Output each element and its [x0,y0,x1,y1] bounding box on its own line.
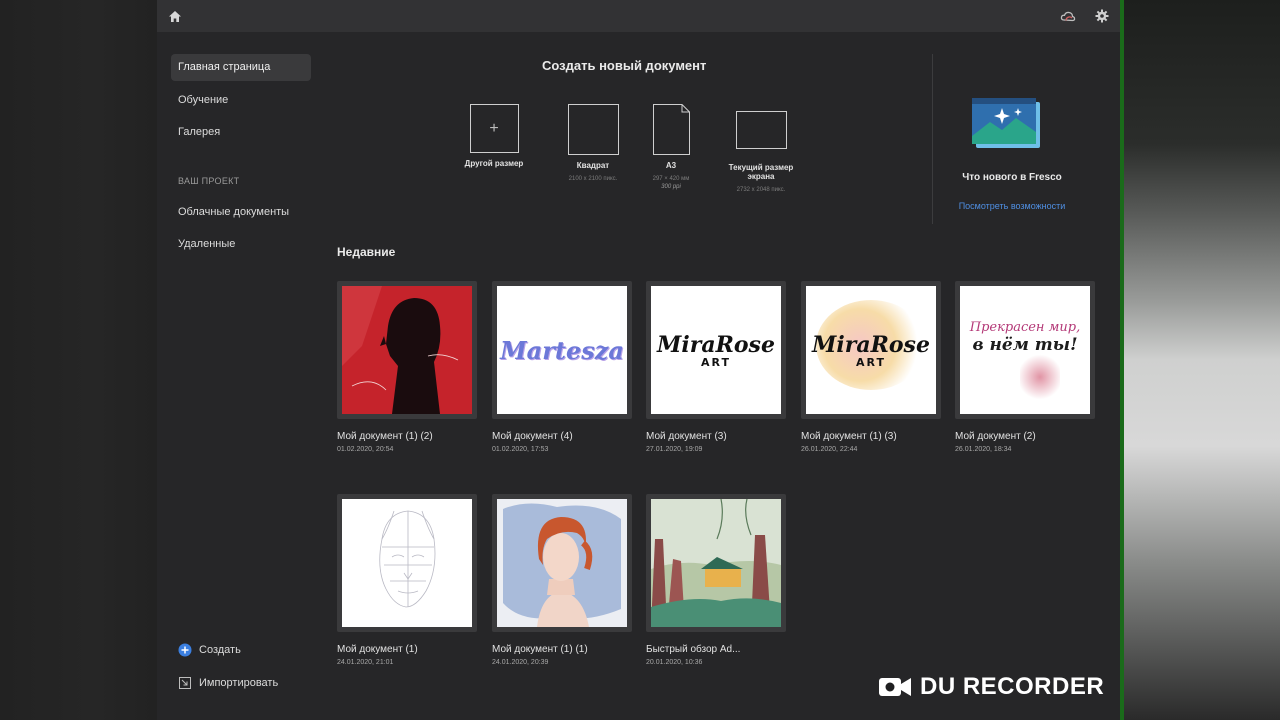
whats-new-title: Что нового в Fresco [962,172,1062,183]
vertical-divider [932,54,933,224]
recent-document-card[interactable]: MiraRose ART Мой документ (1) (3) 26.01.… [801,281,941,453]
cloud-sync-icon[interactable] [1059,7,1077,25]
document-name: Мой документ (1) [337,644,418,655]
preset-resolution: 300 ppi [661,184,681,190]
import-label: Импортировать [199,677,279,689]
square-frame [567,104,619,155]
document-date: 01.02.2020, 17:53 [492,446,549,453]
thumbnail-frame: Martesza [492,281,632,419]
thumbnail-landscape [651,499,781,627]
thumbnail-lettering-pink: Прекрасен мир, в нём ты! [960,286,1090,414]
import-icon [179,677,191,689]
thumbnail-frame [492,494,632,632]
preset-screen-size[interactable]: Текущий размер экрана 2732 x 2048 пикс. [723,111,799,193]
sidebar-item-learn[interactable]: Обучение [171,87,311,114]
document-name: Мой документ (1) (3) [801,431,897,442]
video-camera-icon [879,678,911,696]
green-edge [1120,0,1124,720]
background-blur-left [0,0,157,720]
whats-new-illustration [972,94,1052,159]
document-date: 27.01.2020, 19:09 [646,446,703,453]
document-date: 20.01.2020, 10:36 [646,659,703,666]
thumbnail-lettering-watercolor: MiraRose ART [806,286,936,414]
thumbnail-frame [337,494,477,632]
document-date: 01.02.2020, 20:54 [337,446,394,453]
a3-frame [652,104,690,155]
document-name: Мой документ (3) [646,431,727,442]
thumbnail-red-portrait [342,286,472,414]
thumbnail-face-sketch [342,499,472,627]
preset-square[interactable]: Квадрат 2100 x 2100 пикс. [558,104,628,182]
document-date: 26.01.2020, 22:44 [801,446,858,453]
document-name: Мой документ (2) [955,431,1036,442]
sidebar-item-cloud-docs[interactable]: Облачные документы [171,199,311,226]
document-date: 24.01.2020, 21:01 [337,659,394,666]
custom-size-frame: + [469,104,519,153]
ink-splash [1020,352,1060,402]
screen-size-frame [735,111,787,149]
document-date: 26.01.2020, 18:34 [955,446,1012,453]
preset-label: Другой размер [464,159,524,168]
thumbnail-frame: Прекрасен мир, в нём ты! [955,281,1095,419]
whats-new-link[interactable]: Посмотреть возможности [937,201,1087,211]
new-document-title: Создать новый документ [542,58,707,73]
thumbnail-lettering-blue: Martesza [497,286,627,414]
preset-size: 2732 x 2048 пикс. [736,187,786,193]
recent-document-card[interactable]: Мой документ (1) (1) 24.01.2020, 20:39 [492,494,632,666]
top-bar [157,0,1120,32]
create-label: Создать [199,644,241,656]
main-content: Создать новый документ + Другой размер К… [327,32,1120,720]
document-name: Мой документ (1) (1) [492,644,588,655]
preset-a3[interactable]: A3 297 × 420 мм 300 ppi [645,104,697,190]
create-button[interactable]: Создать [178,643,241,657]
preset-size: 297 × 420 мм [652,176,690,182]
recent-document-card[interactable]: Martesza Мой документ (4) 01.02.2020, 17… [492,281,632,453]
recent-document-card[interactable]: MiraRose ART Мой документ (3) 27.01.2020… [646,281,786,453]
recent-document-card[interactable]: Быстрый обзор Ad... 20.01.2020, 10:36 [646,494,786,666]
background-blur-right [1120,0,1280,720]
thumbnail-frame [646,494,786,632]
watermark-text: DU RECORDER [920,673,1105,700]
thumbnail-frame: MiraRose ART [801,281,941,419]
sidebar: Главная страница Обучение Галерея ВАШ ПР… [157,32,327,720]
document-name: Мой документ (1) (2) [337,431,433,442]
thumbnail-lettering-text: MiraRose [657,331,775,358]
thumbnail-lettering-black: MiraRose ART [651,286,781,414]
plus-icon: + [489,119,499,137]
plus-circle-icon [178,643,192,657]
thumbnail-frame [337,281,477,419]
import-button[interactable]: Импортировать [178,676,278,690]
recent-document-card[interactable]: Мой документ (1) (2) 01.02.2020, 20:54 [337,281,477,453]
preset-label: A3 [665,161,677,170]
preset-custom-size[interactable]: + Другой размер [464,104,524,168]
thumbnail-woman-portrait [497,499,627,627]
thumbnail-lettering-subtext: ART [856,355,886,369]
sidebar-item-deleted[interactable]: Удаленные [171,231,311,258]
preset-size: 2100 x 2100 пикс. [568,176,618,182]
thumbnail-frame: MiraRose ART [646,281,786,419]
document-name: Быстрый обзор Ad... [646,644,741,655]
thumbnail-lettering-subtext: ART [701,355,731,369]
document-date: 24.01.2020, 20:39 [492,659,549,666]
sidebar-item-home[interactable]: Главная страница [171,54,311,81]
document-name: Мой документ (4) [492,431,573,442]
sidebar-section-label: ВАШ ПРОЕКТ [178,176,240,186]
home-icon[interactable] [166,7,184,25]
thumbnail-lettering-text: Прекрасен мир, [969,319,1081,335]
thumbnail-lettering-text: MiraRose [812,331,930,358]
preset-label: Текущий размер экрана [728,163,794,181]
fresco-app-window: Главная страница Обучение Галерея ВАШ ПР… [157,0,1120,720]
preset-label: Квадрат [576,161,610,170]
du-recorder-watermark: DU RECORDER [878,673,1104,701]
recent-document-card[interactable]: Мой документ (1) 24.01.2020, 21:01 [337,494,477,666]
recent-document-card[interactable]: Прекрасен мир, в нём ты! Мой документ (2… [955,281,1095,453]
recent-title: Недавние [337,245,396,259]
sidebar-item-gallery[interactable]: Галерея [171,119,311,146]
thumbnail-lettering-text: Martesza [500,335,624,365]
screen: Главная страница Обучение Галерея ВАШ ПР… [0,0,1280,720]
gear-icon[interactable] [1093,7,1111,25]
